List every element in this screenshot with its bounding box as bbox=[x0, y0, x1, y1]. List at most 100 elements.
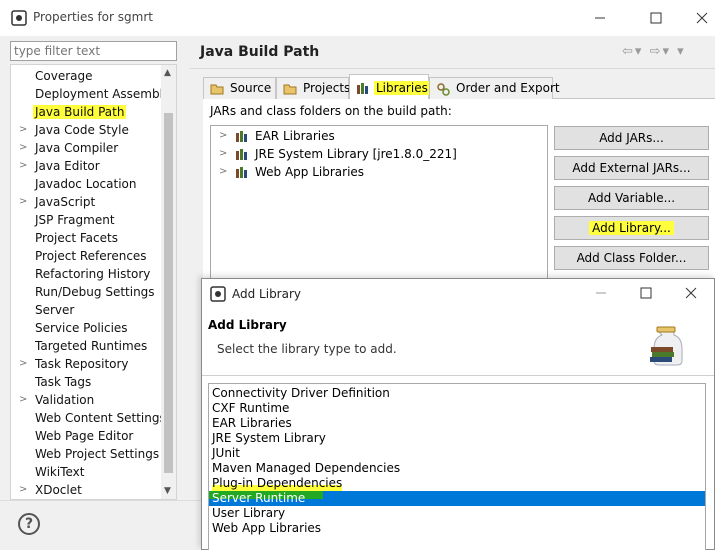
dialog-close-button[interactable] bbox=[668, 279, 714, 309]
view-menu-icon[interactable]: ▾ bbox=[677, 44, 686, 59]
tree-item-label: Java Compiler bbox=[35, 141, 119, 155]
dialog-maximize-button[interactable] bbox=[623, 279, 669, 309]
library-item[interactable]: > JRE System Library [jre1.8.0_221] bbox=[211, 145, 541, 163]
tree-item-label: Java Code Style bbox=[35, 123, 129, 137]
close-icon bbox=[696, 12, 708, 24]
tree-item[interactable]: Web Page Editor bbox=[11, 427, 161, 445]
tree-item[interactable]: Server bbox=[11, 301, 161, 319]
tree-item[interactable]: Javadoc Location bbox=[11, 175, 161, 193]
tree-item[interactable]: > XDoclet bbox=[11, 481, 161, 499]
tree-item-label: XDoclet bbox=[35, 483, 82, 497]
eclipse-app-icon bbox=[210, 286, 226, 302]
tree-item-label: Javadoc Location bbox=[35, 177, 137, 191]
expand-icon[interactable]: > bbox=[19, 196, 27, 207]
page-title: Java Build Path bbox=[200, 44, 320, 60]
tree-item[interactable]: Service Policies bbox=[11, 319, 161, 337]
library-jar-icon bbox=[650, 326, 683, 366]
list-item[interactable]: User Library bbox=[209, 506, 705, 521]
tree-item-label: Refactoring History bbox=[35, 267, 151, 281]
tree-item[interactable]: > Java Code Style bbox=[11, 121, 161, 139]
list-item[interactable]: Plug-in Dependencies bbox=[209, 476, 705, 491]
expand-icon[interactable]: > bbox=[19, 160, 27, 171]
history-nav[interactable]: ⇦▾ ⇨▾ ▾ bbox=[622, 44, 686, 59]
list-item[interactable]: JUnit bbox=[209, 446, 705, 461]
library-item[interactable]: > EAR Libraries bbox=[211, 127, 541, 145]
expand-icon[interactable]: > bbox=[219, 130, 227, 141]
list-item[interactable]: EAR Libraries bbox=[209, 416, 705, 431]
tab-source[interactable]: Source bbox=[203, 77, 276, 99]
minimize-button[interactable] bbox=[580, 4, 620, 32]
projects-folder-icon bbox=[283, 84, 297, 95]
add-variable-button[interactable]: Add Variable... bbox=[554, 186, 709, 210]
back-icon[interactable]: ⇦▾ bbox=[622, 44, 643, 59]
tree-item[interactable]: JSP Fragment bbox=[11, 211, 161, 229]
list-item[interactable]: CXF Runtime bbox=[209, 401, 705, 416]
add-library-button[interactable]: Add Library... bbox=[554, 216, 709, 240]
tree-item[interactable]: Deployment Assembly bbox=[11, 85, 170, 103]
tree-item[interactable]: > JavaScript bbox=[11, 193, 161, 211]
scroll-thumb[interactable] bbox=[164, 113, 173, 473]
tab-projects[interactable]: Projects bbox=[276, 77, 350, 99]
properties-tree[interactable]: > XDoclet WikiText Web Project Settings Web … bbox=[10, 64, 177, 500]
tree-item[interactable]: > Validation bbox=[11, 391, 161, 409]
list-item[interactable]: Maven Managed Dependencies bbox=[209, 461, 705, 476]
tree-item[interactable]: Project Facets bbox=[11, 229, 161, 247]
forward-icon[interactable]: ⇨▾ bbox=[650, 44, 671, 59]
expand-icon[interactable]: > bbox=[19, 142, 27, 153]
tree-item[interactable]: > Java Editor bbox=[11, 157, 161, 175]
add-jars-button[interactable]: Add JARs... bbox=[554, 126, 709, 150]
libraries-icon bbox=[357, 83, 368, 94]
eclipse-app-icon bbox=[11, 10, 27, 26]
maximize-icon bbox=[640, 287, 652, 299]
tree-item[interactable]: Coverage bbox=[11, 67, 161, 85]
tree-item-label: Task Repository bbox=[35, 357, 129, 371]
tree-item[interactable]: Refactoring History bbox=[11, 265, 161, 283]
tree-item[interactable]: Web Content Settings bbox=[11, 409, 166, 427]
window-title: Properties for sgmrt bbox=[33, 10, 153, 24]
tree-item-label: Web Project Settings bbox=[35, 447, 160, 461]
list-item-selected[interactable]: Server Runtime bbox=[209, 491, 705, 506]
expand-icon[interactable]: > bbox=[19, 484, 27, 495]
maximize-button[interactable] bbox=[636, 4, 676, 32]
expand-icon[interactable]: > bbox=[19, 124, 27, 135]
source-folder-icon bbox=[210, 84, 224, 95]
tree-item-label: Deployment Assembly bbox=[35, 87, 171, 101]
scroll-down-icon[interactable]: ▼ bbox=[164, 486, 171, 496]
close-button[interactable] bbox=[682, 4, 715, 32]
tree-item[interactable]: Web Project Settings bbox=[11, 445, 161, 463]
tree-item[interactable]: > Task Repository bbox=[11, 355, 161, 373]
add-external-jars-button[interactable]: Add External JARs... bbox=[554, 156, 709, 180]
dialog-title: Add Library bbox=[232, 287, 302, 301]
expand-icon[interactable]: > bbox=[219, 148, 227, 159]
tree-item[interactable]: WikiText bbox=[11, 463, 161, 481]
scroll-up-icon[interactable]: ▲ bbox=[164, 68, 171, 78]
minimize-icon bbox=[595, 17, 605, 19]
tree-item[interactable]: Project References bbox=[11, 247, 161, 265]
tree-item[interactable]: Targeted Runtimes bbox=[11, 337, 161, 355]
tree-item[interactable]: Java Build Path bbox=[11, 103, 161, 121]
library-item[interactable]: > Web App Libraries bbox=[211, 163, 541, 181]
help-icon[interactable]: ? bbox=[18, 513, 40, 535]
tree-scrollbar[interactable]: ▲ ▼ bbox=[161, 65, 176, 499]
library-tree[interactable]: > EAR Libraries > JRE System Library [jr… bbox=[210, 125, 548, 285]
expand-icon[interactable]: > bbox=[219, 166, 227, 177]
list-item[interactable]: JRE System Library bbox=[209, 431, 705, 446]
library-type-list[interactable]: Connectivity Driver Definition CXF Runti… bbox=[208, 383, 706, 550]
tab-order-export[interactable]: Order and Export bbox=[429, 77, 560, 99]
tree-item[interactable]: Run/Debug Settings bbox=[11, 283, 161, 301]
list-item[interactable]: Web App Libraries bbox=[209, 521, 705, 536]
tree-item-label: JSP Fragment bbox=[35, 213, 115, 227]
add-class-folder-button[interactable]: Add Class Folder... bbox=[554, 246, 709, 270]
expand-icon[interactable]: > bbox=[19, 394, 27, 405]
tree-item-label: Run/Debug Settings bbox=[35, 285, 155, 299]
filter-input[interactable] bbox=[10, 41, 177, 61]
tree-item[interactable]: Task Tags bbox=[11, 373, 161, 391]
expand-icon[interactable]: > bbox=[19, 358, 27, 369]
tab-libraries[interactable]: Libraries bbox=[349, 74, 430, 99]
tree-item[interactable]: > Java Compiler bbox=[11, 139, 161, 157]
minimize-icon bbox=[596, 292, 606, 294]
window-titlebar: Properties for sgmrt bbox=[0, 0, 715, 36]
list-item[interactable]: Connectivity Driver Definition bbox=[209, 386, 705, 401]
dialog-minimize-button[interactable] bbox=[578, 279, 624, 309]
tree-item-label: Java Build Path bbox=[33, 105, 127, 119]
